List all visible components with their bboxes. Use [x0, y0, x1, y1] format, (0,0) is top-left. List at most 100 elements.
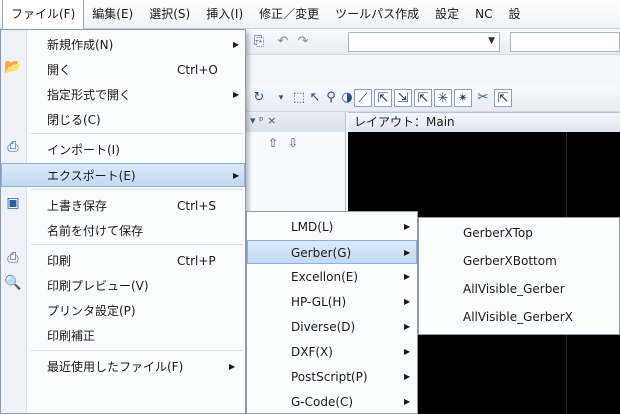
submenu-arrow-icon: ▶	[404, 322, 411, 331]
layer-select[interactable]: ▼	[348, 32, 500, 52]
menu-item-dxf[interactable]: DXF(X) ▶	[247, 340, 417, 364]
submenu-arrow-icon: ▶	[404, 272, 411, 281]
menu-item-gerberx-bottom[interactable]: GerberXBottom	[419, 249, 619, 273]
menu-toolpath[interactable]: ツールパス作成	[327, 0, 427, 29]
menu-item-label: AllVisible_Gerber	[463, 282, 565, 296]
menu-item-label: インポート(I)	[47, 143, 120, 157]
menu-item-export[interactable]: エクスポート(E) ▶	[1, 163, 245, 187]
menu-item-label: DXF(X)	[291, 345, 333, 359]
menu-item-open[interactable]: 📂 開く Ctrl+O	[1, 58, 245, 82]
menu-item-label: G-Code(C)	[291, 395, 354, 409]
menu-item-shortcut: Ctrl+O	[177, 63, 218, 77]
menu-item-new[interactable]: 新規作成(N) ▶	[1, 33, 245, 57]
multi-select-2-icon[interactable]: ✴	[454, 89, 472, 107]
select-tool-2-icon[interactable]: ⇲	[394, 89, 412, 107]
menu-item-save-as[interactable]: 名前を付けて保存	[1, 219, 245, 243]
menu-item-label: 名前を付けて保存	[47, 224, 144, 238]
menu-item-label: HP-GL(H)	[291, 295, 347, 309]
menu-item-diverse[interactable]: Diverse(D) ▶	[247, 315, 417, 339]
menu-settings[interactable]: 設定	[427, 0, 467, 29]
menu-bar: ファイル(F) 編集(E) 選択(S) 挿入(I) 修正／変更 ツールパス作成 …	[0, 0, 620, 29]
line-tool-icon[interactable]: ⟋	[354, 89, 372, 107]
menu-separator	[31, 244, 243, 245]
menu-item-label: LMD(L)	[291, 220, 334, 234]
select-tool-3-icon[interactable]: ⇱	[414, 89, 432, 107]
cut-tool-icon[interactable]: ✂	[474, 89, 492, 107]
menu-nc[interactable]: NC	[467, 0, 500, 29]
multi-select-icon[interactable]: ✳	[434, 89, 452, 107]
menu-item-save[interactable]: ▣ 上書き保存 Ctrl+S	[1, 194, 245, 218]
menu-item-print-preview[interactable]: 🔍 印刷プレビュー(V)	[1, 274, 245, 298]
menu-select[interactable]: 選択(S)	[141, 0, 198, 29]
submenu-arrow-icon: ▶	[404, 372, 411, 381]
panel-header: ▾ ᵖ ×	[246, 112, 346, 132]
menu-item-label: Diverse(D)	[291, 320, 356, 334]
submenu-arrow-icon: ▶	[404, 397, 411, 406]
menu-item-close[interactable]: 閉じる(C)	[1, 108, 245, 132]
menu-item-recent-files[interactable]: 最近使用したファイル(F) ▶	[1, 355, 245, 379]
menu-separator	[31, 189, 243, 190]
panel-controls[interactable]: ▾ ᵖ ×	[250, 114, 276, 127]
menu-item-label: 上書き保存	[47, 199, 108, 213]
menu-item-gerber[interactable]: Gerber(G) ▶	[247, 240, 417, 264]
menu-item-label: Excellon(E)	[291, 270, 359, 284]
menu-item-gcode[interactable]: G-Code(C) ▶	[247, 390, 417, 414]
menu-item-print-correction[interactable]: 印刷補正	[1, 324, 245, 348]
submenu-arrow-icon: ▶	[229, 362, 236, 371]
undo-icon[interactable]: ↶	[274, 33, 292, 51]
tool-select[interactable]	[510, 32, 620, 52]
menu-file[interactable]: ファイル(F)	[2, 0, 85, 29]
menu-item-allvisible-gerberx[interactable]: AllVisible_GerberX	[419, 305, 619, 329]
open-folder-icon: 📂	[4, 59, 22, 75]
menu-item-open-as[interactable]: 指定形式で開く ▶	[1, 83, 245, 107]
tool-icon[interactable]: ⇱	[494, 89, 512, 107]
submenu-arrow-icon: ▶	[233, 171, 240, 180]
menu-item-label: エクスポート(E)	[47, 169, 136, 183]
print-icon: ⎙	[7, 250, 19, 266]
menu-separator	[31, 133, 243, 134]
menu-item-label: GerberXTop	[463, 226, 533, 240]
menu-insert[interactable]: 挿入(I)	[198, 0, 251, 29]
menu-item-label: 最近使用したファイル(F)	[47, 360, 184, 374]
menu-item-lmd[interactable]: LMD(L) ▶	[247, 215, 417, 239]
menu-item-label: PostScript(P)	[291, 370, 368, 384]
submenu-arrow-icon: ▶	[404, 297, 411, 306]
select-tool-icon[interactable]: ⇱	[374, 89, 392, 107]
menu-item-excellon[interactable]: Excellon(E) ▶	[247, 265, 417, 289]
menu-more[interactable]: 設	[501, 0, 529, 29]
submenu-arrow-icon: ▶	[404, 347, 411, 356]
menu-item-shortcut: Ctrl+S	[177, 199, 217, 213]
layout-tab[interactable]: レイアウト：Main	[348, 112, 620, 132]
file-menu: 新規作成(N) ▶ 📂 開く Ctrl+O 指定形式で開く ▶ 閉じる(C) ⎙…	[0, 29, 246, 414]
menu-item-label: AllVisible_GerberX	[463, 310, 573, 324]
submenu-arrow-icon: ▶	[233, 40, 240, 49]
menu-item-label: 指定形式で開く	[47, 88, 132, 102]
menu-item-label: プリンタ設定(P)	[47, 304, 136, 318]
submenu-arrow-icon: ▶	[404, 222, 411, 231]
menu-modify[interactable]: 修正／変更	[251, 0, 327, 29]
submenu-arrow-icon: ▶	[233, 90, 240, 99]
menu-item-label: Gerber(G)	[291, 246, 352, 260]
export-submenu: LMD(L) ▶ Gerber(G) ▶ Excellon(E) ▶ HP-GL…	[246, 211, 418, 414]
redo-icon[interactable]: ↷	[294, 33, 312, 51]
menu-item-label: 新規作成(N)	[47, 38, 114, 52]
submenu-arrow-icon: ▶	[404, 248, 411, 257]
move-up-icon[interactable]: ⇧	[268, 136, 278, 150]
menu-item-hpgl[interactable]: HP-GL(H) ▶	[247, 290, 417, 314]
menu-item-label: 印刷プレビュー(V)	[47, 279, 149, 293]
menu-item-allvisible-gerber[interactable]: AllVisible_Gerber	[419, 277, 619, 301]
save-icon: ▣	[6, 195, 20, 211]
menu-item-printer-setup[interactable]: プリンタ設定(P)	[1, 299, 245, 323]
menu-item-print[interactable]: ⎙ 印刷 Ctrl+P	[1, 249, 245, 273]
print-preview-icon: 🔍	[4, 275, 22, 291]
menu-item-label: GerberXBottom	[463, 254, 557, 268]
menu-item-postscript[interactable]: PostScript(P) ▶	[247, 365, 417, 389]
toolbar-overflow-icon[interactable]: ▾	[272, 89, 290, 107]
refresh-icon[interactable]: ↻	[250, 89, 268, 107]
menu-item-import[interactable]: ⎙ インポート(I)	[1, 138, 245, 162]
menu-item-label: 印刷補正	[47, 329, 96, 343]
menu-edit[interactable]: 編集(E)	[84, 0, 141, 29]
copy-icon[interactable]: ⎘	[250, 33, 268, 51]
menu-item-gerberx-top[interactable]: GerberXTop	[419, 221, 619, 245]
move-down-icon[interactable]: ⇩	[288, 136, 298, 150]
